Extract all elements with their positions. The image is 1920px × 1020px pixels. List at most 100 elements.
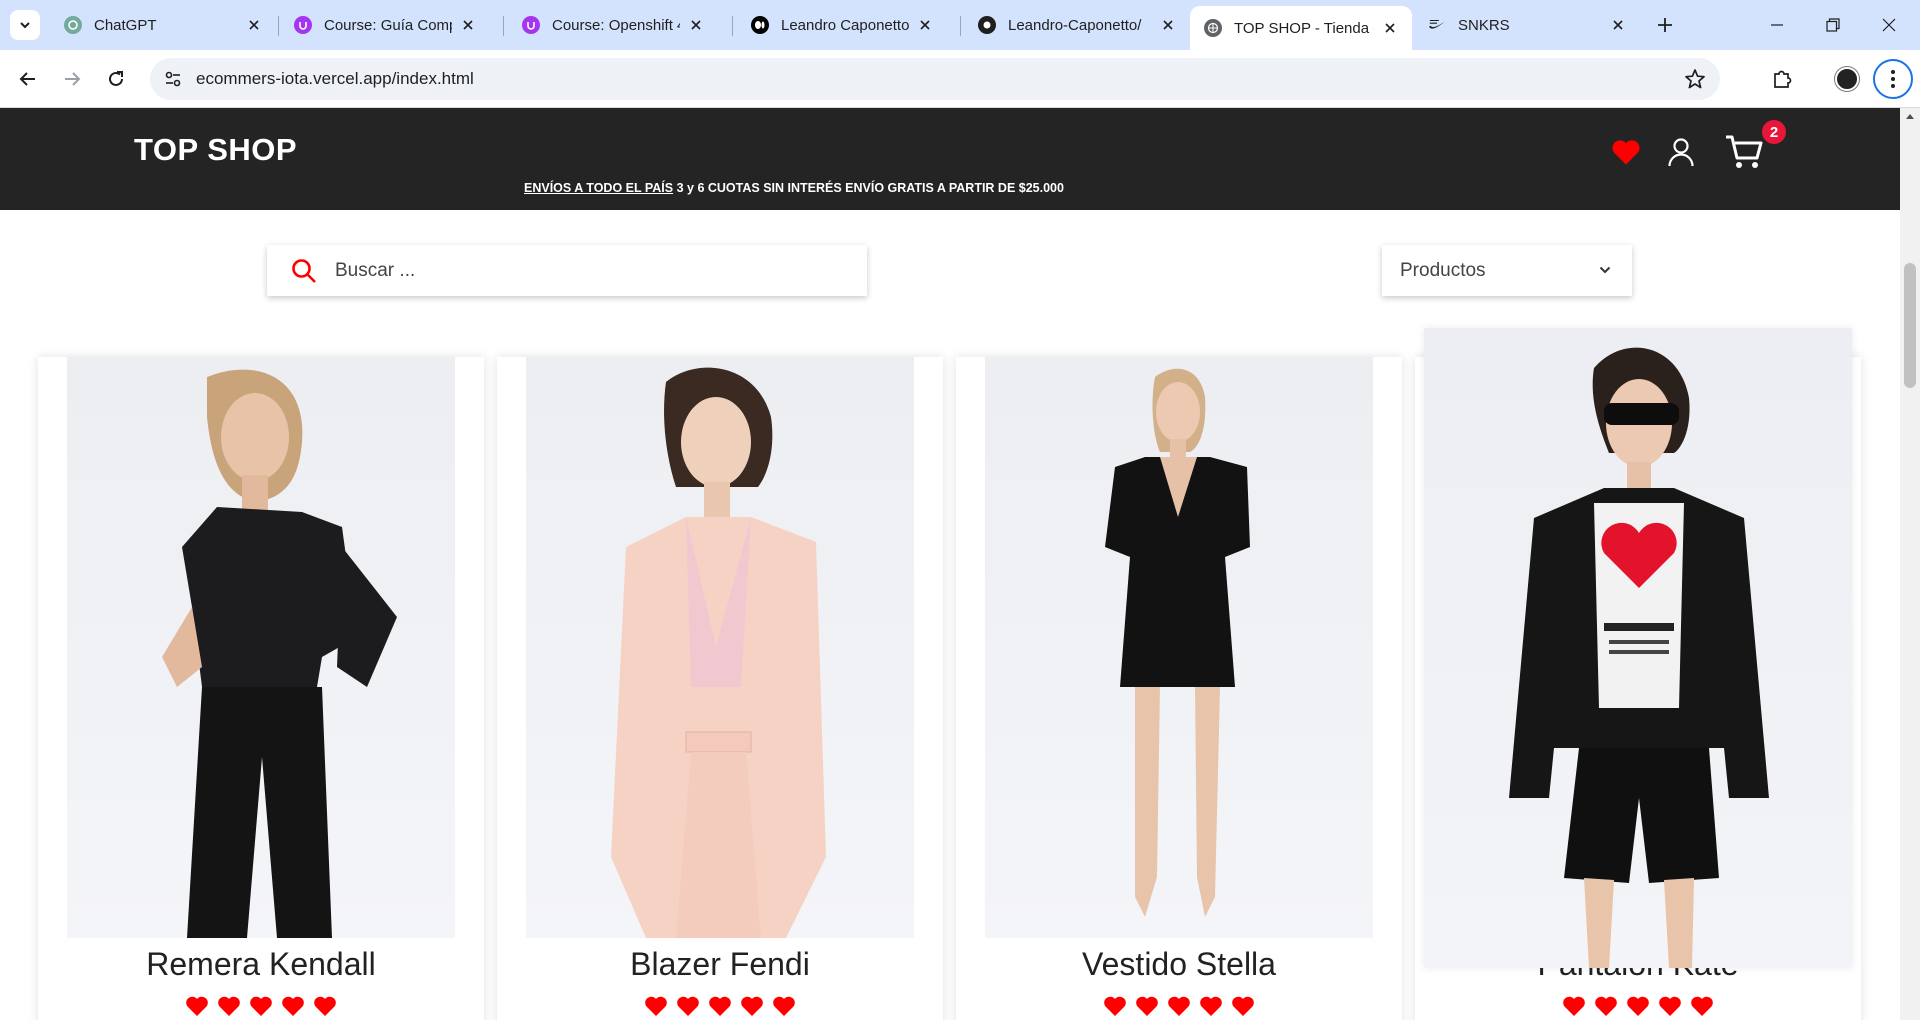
product-rating: [1415, 995, 1861, 1017]
product-rating: [38, 995, 484, 1017]
chevron-down-icon: [1599, 266, 1611, 274]
close-icon[interactable]: [688, 17, 704, 33]
close-icon[interactable]: [246, 17, 262, 33]
restore-icon: [1826, 18, 1840, 32]
close-icon[interactable]: [917, 17, 933, 33]
tab-search-button[interactable]: [10, 10, 40, 40]
puzzle-icon: [1774, 70, 1792, 88]
search-icon: [292, 259, 316, 283]
chatgpt-icon: [64, 16, 82, 34]
back-button[interactable]: [12, 63, 44, 95]
close-icon[interactable]: [1610, 17, 1626, 33]
heart-icon: [741, 996, 763, 1016]
reload-icon: [109, 71, 123, 86]
tab-title: Course: Guía Comple: [324, 16, 452, 34]
site-header: TOP SHOP ENVÍOS A TODO EL PAÍS 3 y 6 CUO…: [0, 108, 1900, 210]
heart-icon: [186, 996, 208, 1016]
close-icon[interactable]: [460, 17, 476, 33]
avatar: [1835, 67, 1859, 91]
close-icon[interactable]: [1382, 20, 1398, 36]
browser-toolbar: ecommers-iota.vercel.app/index.html: [0, 50, 1920, 108]
promo-bar: ENVÍOS A TODO EL PAÍS 3 y 6 CUOTAS SIN I…: [524, 181, 1064, 195]
forward-button[interactable]: [56, 63, 88, 95]
plus-icon: [1658, 18, 1672, 32]
heart-icon: [1595, 996, 1617, 1016]
scrollbar-thumb[interactable]: [1904, 263, 1916, 388]
browser-tab[interactable]: Course: Guía Comple: [280, 8, 490, 42]
arrow-right-icon: [65, 72, 81, 86]
browser-tab[interactable]: SNKRS: [1414, 8, 1640, 42]
bookmark-star-icon[interactable]: [1684, 68, 1706, 95]
reload-button[interactable]: [100, 63, 132, 95]
arrow-left-icon: [19, 72, 35, 86]
tab-separator: [503, 16, 504, 36]
product-image[interactable]: [526, 357, 914, 938]
product-image[interactable]: [67, 357, 455, 938]
product-name[interactable]: Blazer Fendi: [497, 946, 943, 983]
tab-title: SNKRS: [1458, 16, 1510, 34]
scroll-up-arrow-icon[interactable]: [1905, 112, 1915, 120]
close-icon[interactable]: [1160, 17, 1176, 33]
heart-icon: [773, 996, 795, 1016]
heart-icon: [1659, 996, 1681, 1016]
heart-icon: [314, 996, 336, 1016]
cart-button[interactable]: [1722, 132, 1766, 172]
udemy-icon: [522, 16, 540, 34]
udemy-icon: [294, 16, 312, 34]
product-card[interactable]: Vestido Stella: [956, 357, 1402, 1020]
heart-icon: [250, 996, 272, 1016]
product-image[interactable]: [1424, 328, 1852, 968]
browser-tab-active[interactable]: TOP SHOP - Tienda c: [1190, 6, 1412, 50]
tab-separator: [278, 16, 279, 36]
restore-button[interactable]: [1810, 8, 1856, 42]
url-text: ecommers-iota.vercel.app/index.html: [196, 69, 474, 88]
site-settings-icon[interactable]: [164, 70, 182, 93]
product-card[interactable]: Remera Kendall: [38, 357, 484, 1020]
heart-icon: [1168, 996, 1190, 1016]
browser-tab[interactable]: Leandro Caponetto |: [737, 8, 947, 42]
extensions-button[interactable]: [1766, 63, 1798, 95]
tab-title: Leandro Caponetto |: [781, 16, 909, 34]
search-bar: [267, 245, 867, 296]
category-select[interactable]: Productos: [1382, 245, 1632, 296]
profile-button[interactable]: [1831, 63, 1863, 95]
address-bar[interactable]: ecommers-iota.vercel.app/index.html: [150, 58, 1720, 100]
site-logo[interactable]: TOP SHOP: [134, 132, 297, 168]
product-card[interactable]: Blazer Fendi: [497, 357, 943, 1020]
user-account-button[interactable]: [1661, 132, 1701, 172]
user-icon: [1668, 138, 1694, 167]
favorites-button[interactable]: [1606, 132, 1646, 172]
promo-text: 3 y 6 CUOTAS SIN INTERÉS ENVÍO GRATIS A …: [676, 181, 1064, 195]
product-name[interactable]: Vestido Stella: [956, 946, 1402, 983]
product-name[interactable]: Remera Kendall: [38, 946, 484, 983]
browser-menu-button[interactable]: [1873, 59, 1913, 99]
heart-icon: [218, 996, 240, 1016]
product-rating: [956, 995, 1402, 1017]
product-image[interactable]: [985, 357, 1373, 938]
tab-separator: [960, 16, 961, 36]
minimize-icon: [1771, 24, 1783, 26]
tab-title: Leandro-Caponetto/: [1008, 16, 1142, 34]
page-scrollbar[interactable]: [1900, 108, 1920, 1020]
heart-icon: [1104, 996, 1126, 1016]
medium-icon: [751, 16, 769, 34]
tab-title: ChatGPT: [94, 16, 157, 34]
minimize-button[interactable]: [1754, 8, 1800, 42]
window-close-button[interactable]: [1866, 8, 1912, 42]
globe-icon: [1204, 19, 1222, 37]
nike-icon: [1428, 16, 1446, 34]
heart-icon: [645, 996, 667, 1016]
new-tab-button[interactable]: [1650, 10, 1680, 40]
product-rating: [497, 995, 943, 1017]
browser-tab[interactable]: ChatGPT: [50, 8, 276, 42]
browser-tab[interactable]: Leandro-Caponetto/: [964, 8, 1190, 42]
page-viewport: TOP SHOP ENVÍOS A TODO EL PAÍS 3 y 6 CUO…: [0, 108, 1920, 1020]
chevron-down-icon: [20, 22, 30, 29]
shipping-link[interactable]: ENVÍOS A TODO EL PAÍS: [524, 181, 673, 195]
heart-icon: [1200, 996, 1222, 1016]
more-vert-icon: [1873, 59, 1913, 99]
search-input[interactable]: [335, 255, 835, 287]
heart-icon: [1612, 140, 1640, 165]
browser-tab[interactable]: Course: Openshift 4 c: [508, 8, 718, 42]
cart-count-badge: 2: [1762, 120, 1786, 144]
